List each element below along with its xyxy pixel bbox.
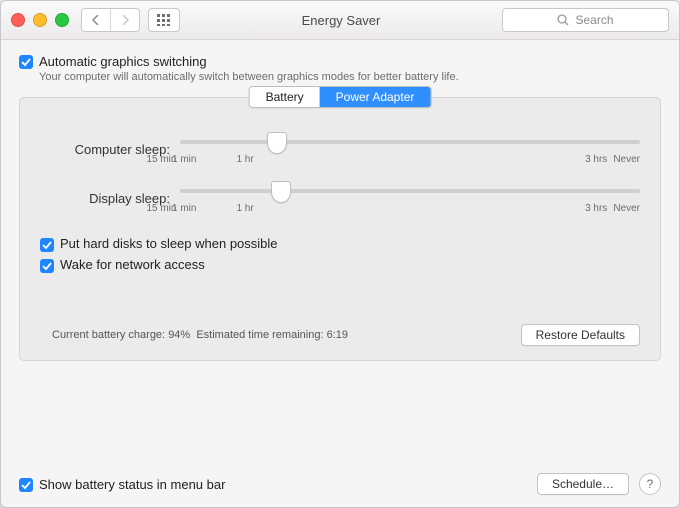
- minimize-window-button[interactable]: [33, 13, 47, 27]
- tick-label: 1 hr: [236, 154, 253, 165]
- titlebar: Energy Saver Search: [1, 1, 679, 40]
- show-battery-checkbox[interactable]: [19, 478, 33, 492]
- slider-thumb[interactable]: [267, 132, 287, 154]
- grid-icon: [157, 14, 171, 26]
- auto-graphics-row: Automatic graphics switching: [19, 54, 661, 69]
- search-placeholder: Search: [575, 13, 613, 27]
- zoom-window-button[interactable]: [55, 13, 69, 27]
- auto-graphics-label: Automatic graphics switching: [39, 54, 207, 69]
- computer-sleep-row: Computer sleep: 1 min 15 min 1 hr 3 hrs …: [40, 134, 640, 165]
- wake-network-checkbox[interactable]: [40, 259, 54, 273]
- energy-saver-window: Energy Saver Search Automatic graphics s…: [0, 0, 680, 508]
- tick-label: 3 hrs: [585, 154, 607, 165]
- check-icon: [21, 480, 31, 490]
- auto-graphics-description: Your computer will automatically switch …: [39, 71, 661, 83]
- forward-button[interactable]: [110, 9, 139, 31]
- tick-label: 3 hrs: [585, 203, 607, 214]
- auto-graphics-checkbox[interactable]: [19, 55, 33, 69]
- window-title: Energy Saver: [180, 13, 502, 28]
- content-area: Automatic graphics switching Your comput…: [1, 40, 679, 361]
- wake-network-row: Wake for network access: [40, 257, 640, 272]
- slider-ticks: 1 min 15 min 1 hr 3 hrs Never: [180, 203, 640, 214]
- computer-sleep-slider[interactable]: 1 min 15 min 1 hr 3 hrs Never: [180, 134, 640, 165]
- display-sleep-row: Display sleep: 1 min 15 min 1 hr 3 hrs N…: [40, 183, 640, 214]
- power-source-tabs: Battery Power Adapter: [249, 86, 432, 108]
- tab-battery[interactable]: Battery: [250, 87, 320, 107]
- hard-disks-checkbox[interactable]: [40, 238, 54, 252]
- footer: Show battery status in menu bar Schedule…: [19, 473, 661, 495]
- check-icon: [42, 261, 52, 271]
- power-settings-panel: Battery Power Adapter Computer sleep: 1 …: [19, 97, 661, 361]
- nav-back-forward: [81, 8, 140, 32]
- close-window-button[interactable]: [11, 13, 25, 27]
- check-icon: [21, 57, 31, 67]
- search-icon: [557, 14, 569, 26]
- check-icon: [42, 240, 52, 250]
- back-button[interactable]: [82, 9, 110, 31]
- tick-label: 1 hr: [236, 203, 253, 214]
- show-battery-row: Show battery status in menu bar: [19, 477, 225, 492]
- hard-disks-label: Put hard disks to sleep when possible: [60, 236, 278, 251]
- show-battery-label: Show battery status in menu bar: [39, 477, 225, 492]
- show-all-button[interactable]: [148, 8, 180, 32]
- restore-defaults-button[interactable]: Restore Defaults: [521, 324, 640, 346]
- display-sleep-slider[interactable]: 1 min 15 min 1 hr 3 hrs Never: [180, 183, 640, 214]
- battery-status-text: Current battery charge: 94% Estimated ti…: [52, 329, 348, 341]
- slider-track: [180, 140, 640, 144]
- slider-ticks: 1 min 15 min 1 hr 3 hrs Never: [180, 154, 640, 165]
- help-icon: ?: [647, 477, 654, 491]
- status-row: Current battery charge: 94% Estimated ti…: [40, 324, 640, 346]
- slider-thumb[interactable]: [271, 181, 291, 203]
- slider-track: [180, 189, 640, 193]
- tick-label: 15 min: [146, 154, 176, 165]
- help-button[interactable]: ?: [639, 473, 661, 495]
- tick-label: Never: [613, 203, 640, 214]
- tick-label: Never: [613, 154, 640, 165]
- tick-label: 15 min: [146, 203, 176, 214]
- search-field[interactable]: Search: [502, 8, 669, 32]
- hard-disks-row: Put hard disks to sleep when possible: [40, 236, 640, 251]
- wake-network-label: Wake for network access: [60, 257, 205, 272]
- options-group: Put hard disks to sleep when possible Wa…: [40, 236, 640, 272]
- tab-power-adapter[interactable]: Power Adapter: [320, 87, 431, 107]
- schedule-button[interactable]: Schedule…: [537, 473, 629, 495]
- window-controls: [11, 13, 69, 27]
